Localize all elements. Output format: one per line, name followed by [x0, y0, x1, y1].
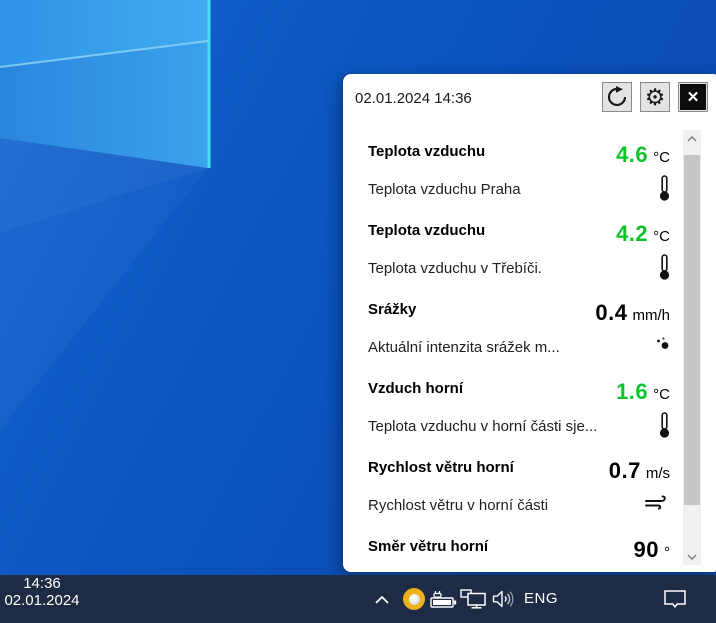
sensor-title: Rychlost větru horní [368, 459, 514, 476]
thermometer-icon [658, 412, 671, 444]
clock-time: 14:36 [0, 575, 84, 592]
weather-widget-panel: 02.01.2024 14:36 ⚙ ✕ Teplota vzduchu Tep… [343, 74, 716, 572]
sensor-item[interactable]: Teplota vzduchu Teplota vzduchu v Třebíč… [368, 222, 670, 301]
volume-icon[interactable] [492, 590, 517, 608]
sensor-value: 1.6 [616, 379, 648, 404]
action-center-icon[interactable] [663, 589, 687, 610]
refresh-button[interactable] [602, 82, 632, 112]
sensor-item[interactable]: Teplota vzduchu Teplota vzduchu Praha 4.… [368, 143, 670, 222]
scrollbar-thumb[interactable] [684, 155, 700, 505]
taskbar-clock[interactable]: 14:36 02.01.2024 [0, 575, 84, 609]
sensor-unit: °C [653, 149, 670, 166]
thermometer-icon [658, 175, 671, 207]
sensor-title: Teplota vzduchu [368, 143, 485, 160]
sensor-value: 4.6 [616, 142, 648, 167]
sensor-value: 0.4 [595, 300, 627, 325]
network-icon[interactable] [460, 589, 488, 609]
sensor-title: Teplota vzduchu [368, 222, 485, 239]
sensor-unit: ° [664, 544, 670, 561]
settings-button[interactable]: ⚙ [640, 82, 670, 112]
tray-app-icon[interactable] [403, 588, 425, 610]
clock-date: 02.01.2024 [0, 592, 84, 609]
sensor-item[interactable]: Směr větru horní 90 ° [368, 538, 670, 572]
scroll-up-icon[interactable] [683, 130, 701, 147]
sensor-unit: °C [653, 228, 670, 245]
close-button[interactable]: ✕ [678, 82, 708, 112]
sensor-subtitle: Aktuální intenzita srážek m... [368, 339, 560, 356]
battery-icon[interactable] [430, 591, 457, 608]
gear-icon: ⚙ [645, 86, 666, 109]
scroll-down-icon[interactable] [683, 548, 701, 565]
sensor-value: 90 [634, 537, 659, 562]
thermometer-icon [658, 254, 671, 286]
taskbar: ENG 14:36 02.01.2024 [0, 575, 716, 623]
sensor-item[interactable]: Rychlost větru horní Rychlost větru v ho… [368, 459, 670, 538]
sensor-unit: °C [653, 386, 670, 403]
sensor-value: 0.7 [609, 458, 641, 483]
scrollbar[interactable] [683, 130, 701, 565]
sensor-item[interactable]: Vzduch horní Teplota vzduchu v horní čás… [368, 380, 670, 459]
sensor-subtitle: Teplota vzduchu v Třebíči. [368, 260, 542, 277]
sensor-subtitle: Teplota vzduchu Praha [368, 181, 521, 198]
sensor-title: Vzduch horní [368, 380, 463, 397]
sensor-title: Směr větru horní [368, 538, 488, 555]
sensor-item[interactable]: Srážky Aktuální intenzita srážek m... 0.… [368, 301, 670, 380]
hidden-icons-chevron[interactable] [374, 595, 390, 604]
panel-datetime: 02.01.2024 14:36 [355, 90, 472, 107]
refresh-icon [606, 86, 628, 108]
close-icon: ✕ [680, 84, 706, 110]
sensor-value: 4.2 [616, 221, 648, 246]
sensor-unit: m/s [646, 465, 670, 482]
sensor-title: Srážky [368, 301, 416, 318]
precipitation-icon [655, 336, 670, 356]
wind-icon [645, 495, 670, 515]
sensor-subtitle: Teplota vzduchu v horní části sje... [368, 418, 597, 435]
sensor-unit: mm/h [633, 307, 671, 324]
language-indicator[interactable]: ENG [524, 590, 558, 607]
sensor-subtitle: Rychlost větru v horní části [368, 497, 548, 514]
